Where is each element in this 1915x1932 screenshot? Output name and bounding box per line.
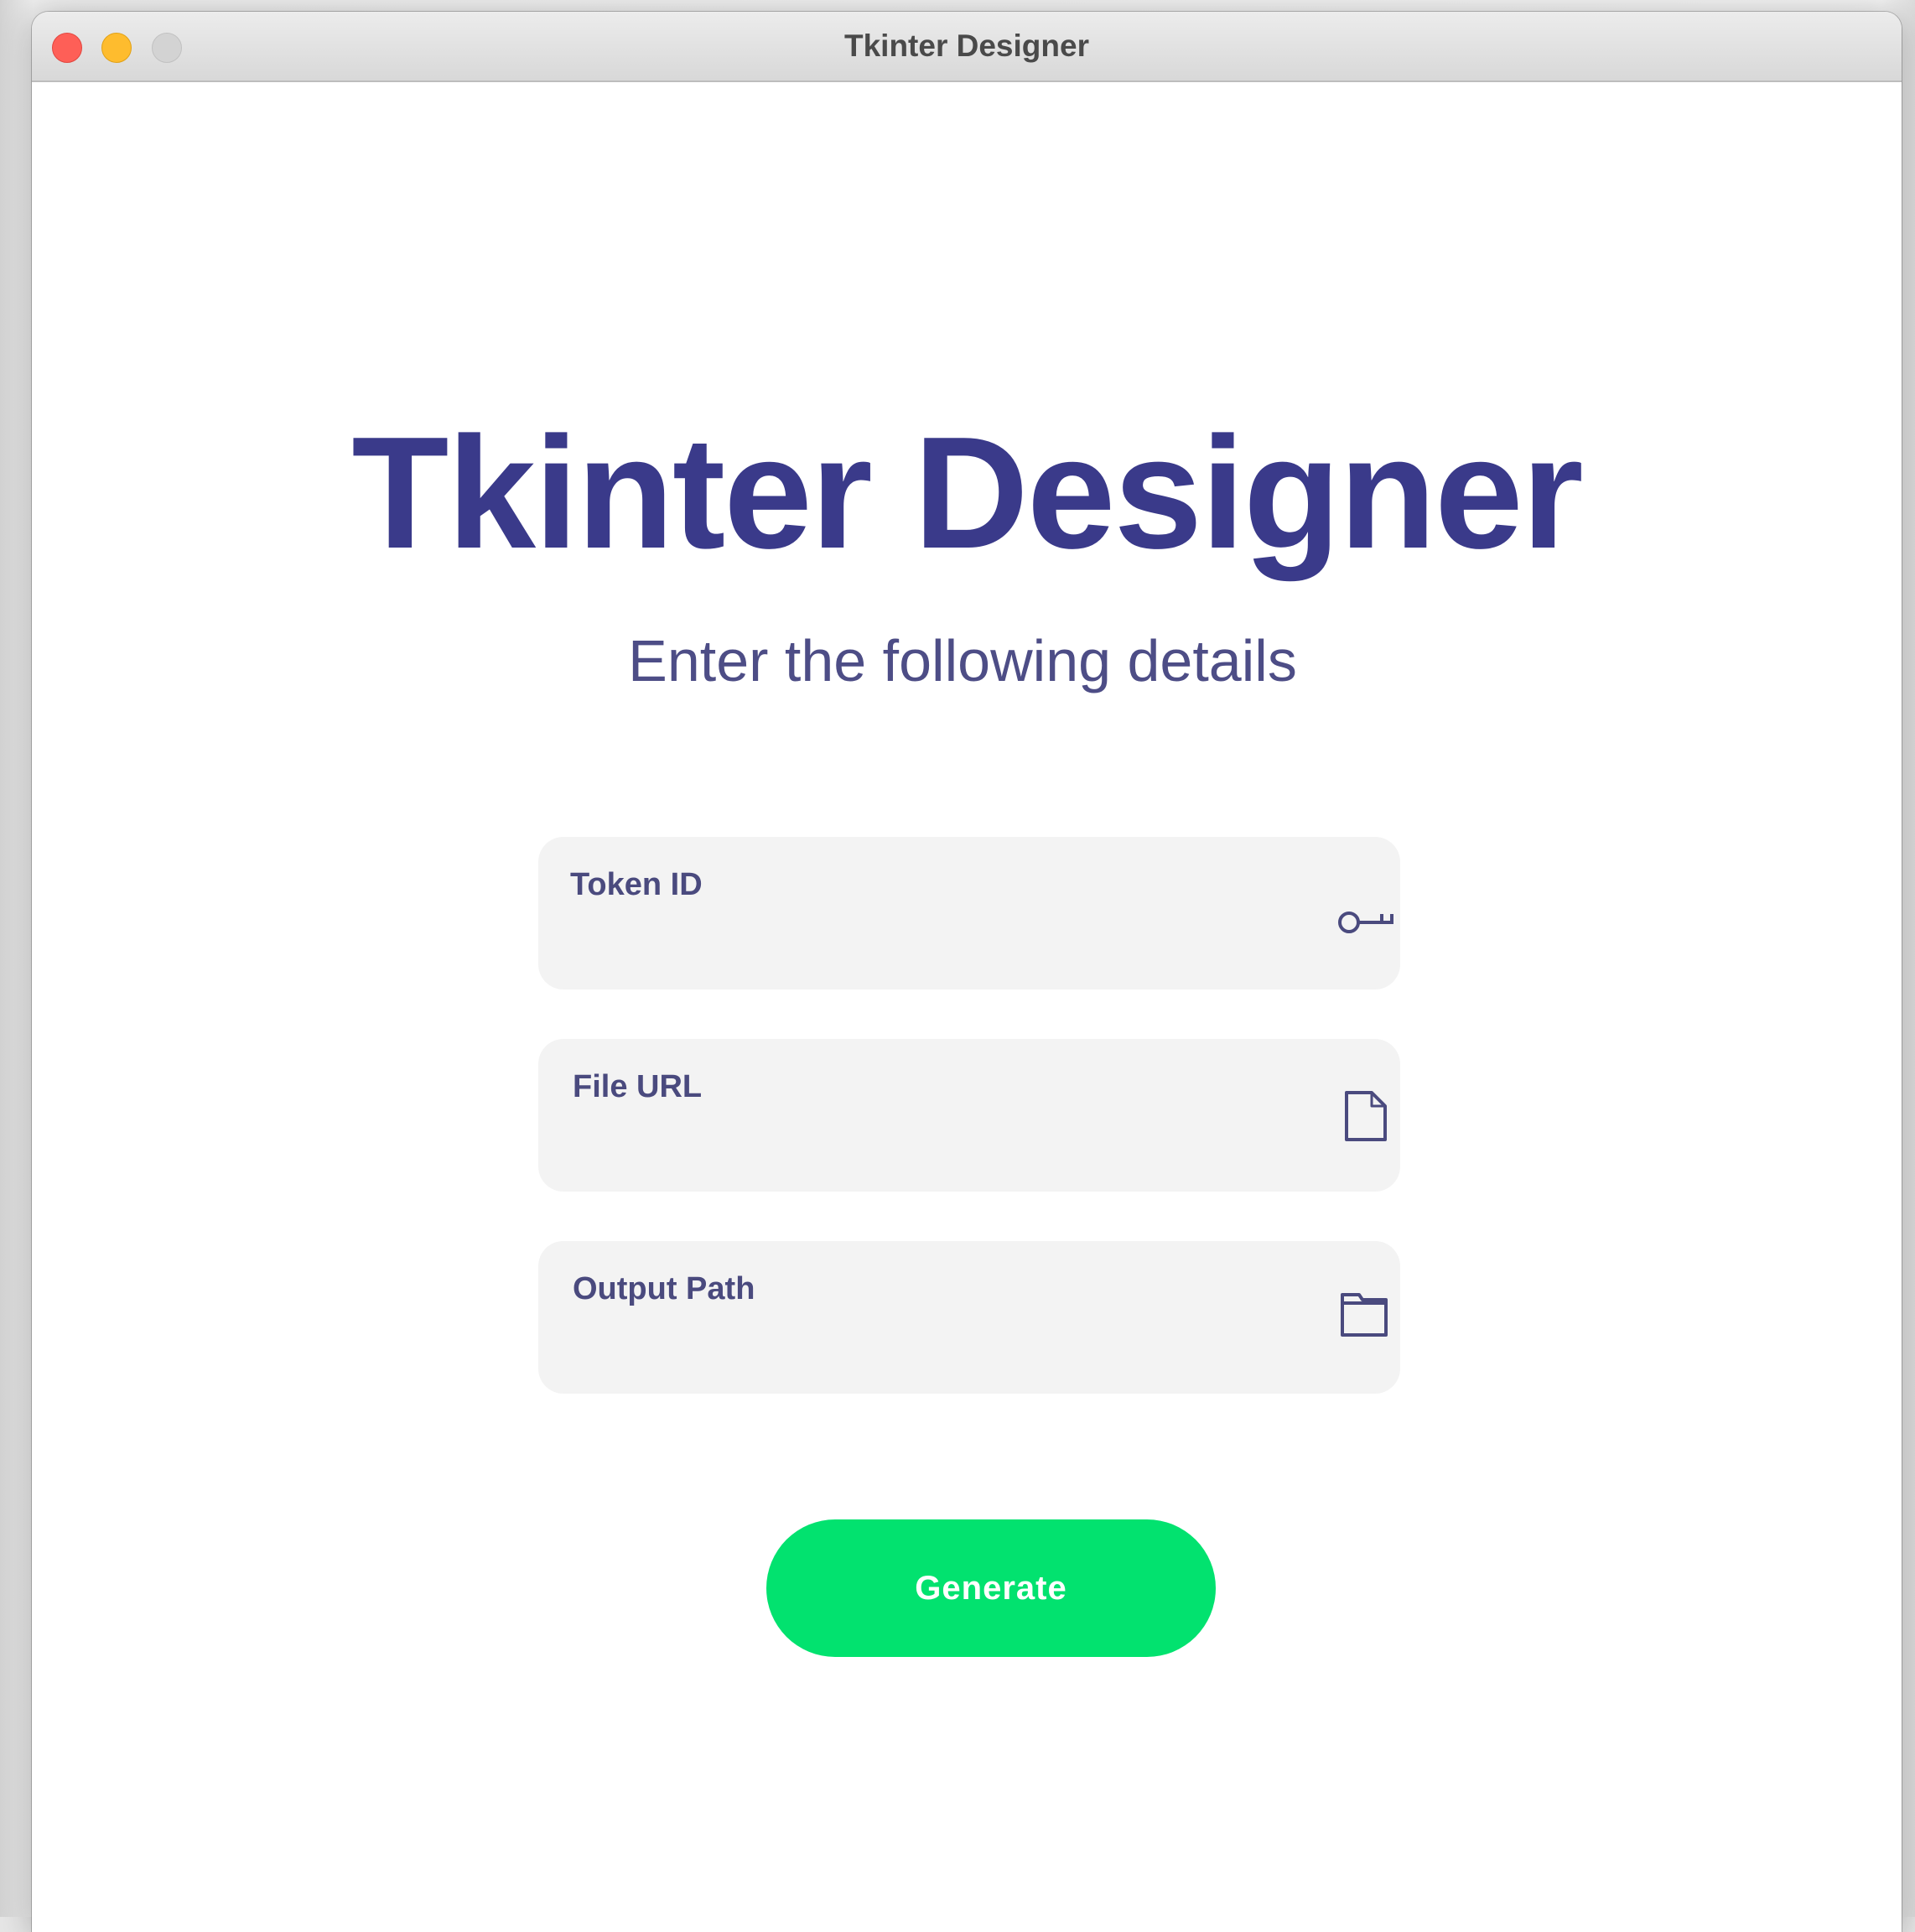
- output-path-field[interactable]: Output Path: [538, 1241, 1400, 1394]
- app-window: Tkinter Designer Tkinter Designer Enter …: [32, 12, 1902, 1932]
- minimize-window-button[interactable]: [101, 33, 132, 63]
- key-icon: [1338, 911, 1393, 933]
- output-path-input[interactable]: [570, 1322, 1295, 1370]
- page-subtitle: Enter the following details: [628, 628, 1297, 693]
- window-title: Tkinter Designer: [844, 29, 1089, 63]
- token-id-input[interactable]: [570, 917, 1295, 966]
- file-url-input[interactable]: [570, 1119, 1295, 1168]
- zoom-window-button[interactable]: [152, 33, 182, 63]
- token-id-field[interactable]: Token ID: [538, 837, 1400, 989]
- generate-button[interactable]: Generate: [766, 1519, 1216, 1657]
- title-bar[interactable]: Tkinter Designer: [32, 12, 1902, 82]
- file-icon: [1345, 1091, 1387, 1141]
- page-title: Tkinter Designer: [351, 404, 1583, 582]
- close-window-button[interactable]: [52, 33, 82, 63]
- file-url-field[interactable]: File URL: [538, 1039, 1400, 1192]
- main-content: Tkinter Designer Enter the following det…: [32, 82, 1902, 1932]
- file-url-label: File URL: [573, 1069, 703, 1104]
- output-path-label: Output Path: [573, 1271, 755, 1306]
- folder-icon: [1341, 1293, 1388, 1337]
- token-id-label: Token ID: [570, 867, 703, 902]
